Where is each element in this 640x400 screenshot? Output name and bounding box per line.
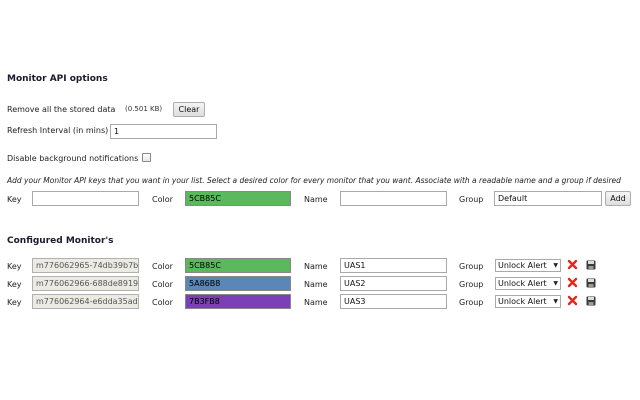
- monitor-group-label: Group: [459, 280, 484, 289]
- monitor-color-label: Color: [152, 298, 173, 307]
- add-color-input[interactable]: 5CB85C: [185, 191, 291, 206]
- save-icon[interactable]: [585, 259, 596, 270]
- monitor-color-input[interactable]: 5CB85C: [185, 258, 291, 273]
- monitor-name-label: Name: [304, 298, 328, 307]
- monitor-group-select[interactable]: Unlock Alert ▼: [495, 259, 561, 272]
- add-name-label: Name: [304, 195, 328, 204]
- add-name-input[interactable]: [340, 191, 447, 206]
- remove-data-label: Remove all the stored data: [7, 105, 116, 114]
- monitor-group-value: Unlock Alert: [498, 279, 547, 288]
- refresh-interval-input[interactable]: 1: [110, 124, 217, 139]
- add-key-input[interactable]: [32, 191, 139, 206]
- save-icon[interactable]: [585, 295, 596, 306]
- monitor-color-label: Color: [152, 262, 173, 271]
- monitor-group-value: Unlock Alert: [498, 297, 547, 306]
- clear-button[interactable]: Clear: [173, 102, 205, 117]
- monitor-key-label: Key: [7, 262, 22, 271]
- monitor-name-input[interactable]: UAS3: [340, 294, 447, 309]
- disable-notifications-label: Disable background notifications: [7, 154, 139, 163]
- monitor-name-label: Name: [304, 280, 328, 289]
- monitor-color-input[interactable]: 5A86B8: [185, 276, 291, 291]
- add-key-label: Key: [7, 195, 22, 204]
- delete-icon[interactable]: [567, 259, 578, 270]
- monitor-name-input[interactable]: UAS2: [340, 276, 447, 291]
- chevron-down-icon: ▼: [553, 262, 558, 269]
- delete-icon[interactable]: [567, 295, 578, 306]
- monitor-key-label: Key: [7, 280, 22, 289]
- configured-heading: Configured Monitor's: [7, 236, 114, 246]
- storage-size: (0.501 KB): [125, 105, 163, 113]
- monitor-group-select[interactable]: Unlock Alert ▼: [495, 277, 561, 290]
- monitor-group-label: Group: [459, 262, 484, 271]
- add-button[interactable]: Add: [605, 191, 631, 206]
- monitor-key-input[interactable]: m776062966-688de8919b: [32, 276, 139, 291]
- save-icon[interactable]: [585, 277, 596, 288]
- monitor-name-label: Name: [304, 262, 328, 271]
- add-group-input[interactable]: Default: [494, 191, 602, 206]
- instructions-text: Add your Monitor API keys that you want …: [7, 176, 621, 185]
- chevron-down-icon: ▼: [553, 298, 558, 305]
- options-heading: Monitor API options: [7, 74, 108, 84]
- delete-icon[interactable]: [567, 277, 578, 288]
- monitor-key-input[interactable]: m776062965-74db39b7be: [32, 258, 139, 273]
- monitor-color-input[interactable]: 7B3FB8: [185, 294, 291, 309]
- monitor-name-input[interactable]: UAS1: [340, 258, 447, 273]
- monitor-group-label: Group: [459, 298, 484, 307]
- chevron-down-icon: ▼: [553, 280, 558, 287]
- monitor-color-label: Color: [152, 280, 173, 289]
- add-color-label: Color: [152, 195, 173, 204]
- monitor-group-select[interactable]: Unlock Alert ▼: [495, 295, 561, 308]
- disable-notifications-checkbox[interactable]: [142, 153, 151, 162]
- monitor-key-input[interactable]: m776062964-e6dda35adb: [32, 294, 139, 309]
- monitor-group-value: Unlock Alert: [498, 261, 547, 270]
- refresh-interval-label: Refresh Interval (in mins): [7, 126, 109, 135]
- add-group-label: Group: [459, 195, 484, 204]
- monitor-key-label: Key: [7, 298, 22, 307]
